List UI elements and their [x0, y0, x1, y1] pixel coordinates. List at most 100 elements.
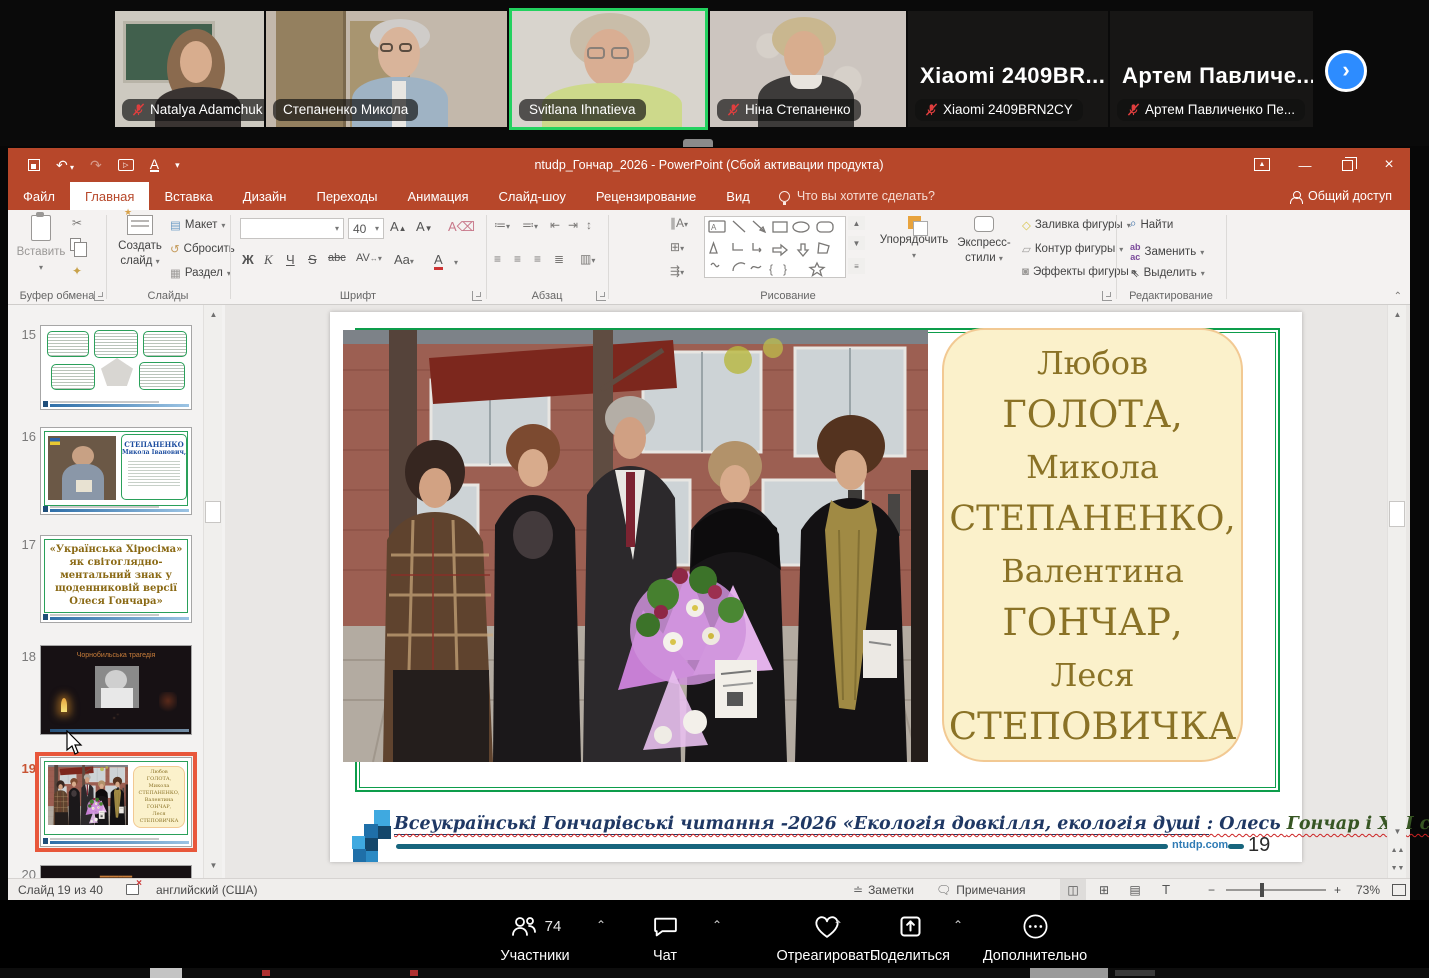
video-tile-svitlana-ihnatieva-active-speaker[interactable]: Svitlana Ihnatieva [509, 8, 708, 130]
restore-button[interactable] [1326, 148, 1368, 182]
strikethrough-button[interactable]: S [308, 252, 317, 267]
language-status[interactable]: английский (США) [156, 879, 257, 900]
thumbnail-slide-16[interactable]: СТЕПАНЕНКО Микола Іванович, [40, 427, 192, 515]
canvas-scrollbar[interactable]: ▲ ▼ ▲▲ ▼▼ [1387, 305, 1406, 878]
canvas-scroll-up-button[interactable]: ▲ [1389, 306, 1406, 323]
thumbnail-slide-20[interactable]: ▂▂▂▂▂▂▂ [40, 865, 192, 878]
align-left-button[interactable]: ≡ [494, 252, 501, 266]
line-spacing-button[interactable]: ↕ [586, 218, 592, 232]
quick-styles-button[interactable]: Экспресс-стили ▾ [952, 216, 1016, 265]
zoom-out-button[interactable]: − [1208, 879, 1215, 900]
justify-button[interactable]: ≣ [554, 252, 564, 266]
thumbnail-slide-19-selected[interactable]: Любов ГОЛОТА, Микола СТЕПАНЕНКО, Валенти… [40, 757, 192, 847]
character-spacing-button[interactable]: AV↔▾ [356, 252, 382, 264]
columns-button[interactable]: ▥▾ [580, 252, 595, 266]
chat-menu-chevron[interactable]: ⌃ [712, 918, 722, 932]
shapes-scroll-down[interactable]: ▼ [848, 236, 865, 250]
cut-button[interactable]: ✂ [72, 216, 82, 230]
comments-toggle[interactable]: 🗨︎Примечания [936, 879, 1026, 900]
start-slideshow-icon[interactable]: ▷ [118, 159, 134, 171]
find-button[interactable]: ⌕Найти [1130, 218, 1173, 231]
undo-icon[interactable]: ↶ ▾ [56, 157, 74, 174]
clipboard-dialog-launcher[interactable] [94, 291, 104, 301]
replace-button[interactable]: abacЗаменить▾ [1130, 242, 1204, 262]
thumbnail-slide-15[interactable] [40, 325, 192, 410]
align-center-button[interactable]: ≡ [514, 252, 521, 266]
convert-smartart-button[interactable]: ⇶▾ [670, 264, 684, 278]
numbering-button[interactable]: ≕▾ [522, 218, 538, 232]
select-button[interactable]: ⇖Выделить▾ [1130, 266, 1205, 280]
reset-button[interactable]: ↺Сбросить [170, 242, 235, 256]
close-button[interactable]: × [1368, 148, 1410, 182]
next-videos-button[interactable]: › [1325, 50, 1367, 92]
tab-transitions[interactable]: Переходы [301, 182, 392, 210]
thumbnails-scrollbar[interactable]: ▲ ▼ [203, 305, 222, 878]
names-text-box[interactable]: Любов ГОЛОТА, Микола СТЕПАНЕНКО, Валенти… [942, 328, 1243, 762]
slide-19[interactable]: Любов ГОЛОТА, Микола СТЕПАНЕНКО, Валенти… [330, 312, 1302, 862]
share-menu-chevron[interactable]: ⌃ [953, 918, 963, 932]
thumbnail-slide-17[interactable]: «Українська Хіросіма» як світоглядно- ме… [40, 535, 192, 623]
share-button[interactable]: Общий доступ [1272, 182, 1410, 210]
align-right-button[interactable]: ≡ [534, 252, 541, 266]
more-button[interactable]: Дополнительно [975, 910, 1095, 964]
share-screen-button[interactable]: Поделиться [860, 910, 960, 964]
format-painter-button[interactable]: ✦ [72, 264, 82, 278]
underline-style-icon[interactable]: A [150, 158, 159, 172]
italic-button[interactable]: К [264, 252, 273, 268]
video-tile-natalya-adamchuk[interactable]: Natalya Adamchuk [115, 11, 264, 127]
font-name-combobox[interactable]: ▾ [240, 218, 344, 239]
share-toolbar-handle[interactable] [683, 139, 713, 147]
bullets-button[interactable]: ≔▾ [494, 218, 510, 232]
section-button[interactable]: ▦Раздел▾ [170, 266, 231, 280]
tab-animations[interactable]: Анимация [392, 182, 483, 210]
tab-review[interactable]: Рецензирование [581, 182, 711, 210]
shape-outline-button[interactable]: ▱Контур фигуры▾ [1022, 242, 1123, 256]
shapes-more[interactable]: ≡ [848, 258, 865, 274]
paragraph-dialog-launcher[interactable] [596, 291, 606, 301]
bold-button[interactable]: Ж [242, 252, 254, 267]
slide-counter[interactable]: Слайд 19 из 40 [18, 879, 103, 900]
drawing-dialog-launcher[interactable] [1102, 291, 1112, 301]
thumbs-scrollbar-thumb[interactable] [205, 501, 221, 523]
tab-view[interactable]: Вид [711, 182, 765, 210]
shapes-gallery[interactable]: A {} [704, 216, 846, 278]
text-shadow-button[interactable]: abc [328, 252, 346, 264]
align-text-button[interactable]: ⊞▾ [670, 240, 684, 254]
participants-menu-chevron[interactable]: ⌃ [596, 918, 606, 932]
decrease-font-button[interactable]: A▼ [416, 219, 433, 234]
increase-font-button[interactable]: A▲ [390, 219, 407, 234]
tab-home[interactable]: Главная [70, 182, 149, 210]
thumbs-scroll-down-button[interactable]: ▼ [205, 857, 222, 874]
change-case-button[interactable]: Aa▾ [394, 252, 414, 267]
layout-button[interactable]: ▤Макет▾ [170, 218, 225, 232]
font-color-button[interactable]: A [434, 252, 443, 270]
font-size-combobox[interactable]: 40▾ [348, 218, 384, 239]
canvas-scroll-down-button[interactable]: ▼ [1389, 823, 1406, 840]
video-tile-xiaomi[interactable]: Xiaomi 2409BR... Xiaomi 2409BRN2CY [908, 11, 1108, 127]
tab-slideshow[interactable]: Слайд-шоу [484, 182, 581, 210]
zoom-in-button[interactable]: + [1334, 879, 1341, 900]
video-tile-nina-stepanenko[interactable]: Ніна Степаненко [710, 11, 906, 127]
thumbnail-slide-18[interactable]: Чорнобильська трагедія „ ‟ [40, 645, 192, 735]
save-icon[interactable] [28, 159, 40, 171]
clear-formatting-button[interactable]: A⌫ [448, 219, 475, 235]
fit-slide-button[interactable] [1392, 879, 1406, 900]
underline-button[interactable]: Ч [286, 252, 295, 267]
zoom-slider[interactable] [1226, 889, 1326, 891]
video-tile-artem-pavlychenko[interactable]: Артем Павличе... Артем Павличенко Пе... [1110, 11, 1313, 127]
spellcheck-status[interactable] [126, 879, 139, 900]
paste-button[interactable]: Вставить▾ [16, 215, 66, 274]
arrange-button[interactable]: Упорядочить▾ [876, 216, 952, 262]
tab-insert[interactable]: Вставка [149, 182, 227, 210]
ribbon-display-options-button[interactable]: ▲ [1254, 158, 1270, 171]
decrease-indent-button[interactable]: ⇤ [550, 218, 560, 232]
previous-slide-button[interactable]: ▲▲ [1389, 842, 1406, 859]
group-photo[interactable] [343, 330, 928, 762]
new-slide-button[interactable]: Создать слайд ▾ [112, 215, 168, 268]
video-tile-stepanenko-mykola[interactable]: ··· Степаненко Микола [266, 11, 507, 127]
text-direction-button[interactable]: ∥A▾ [670, 216, 688, 230]
canvas-scrollbar-thumb[interactable] [1389, 501, 1405, 527]
thumbs-scroll-up-button[interactable]: ▲ [205, 306, 222, 323]
react-menu-chevron[interactable]: ⌃ [833, 918, 843, 932]
copy-button[interactable]: ▾ [70, 238, 87, 254]
